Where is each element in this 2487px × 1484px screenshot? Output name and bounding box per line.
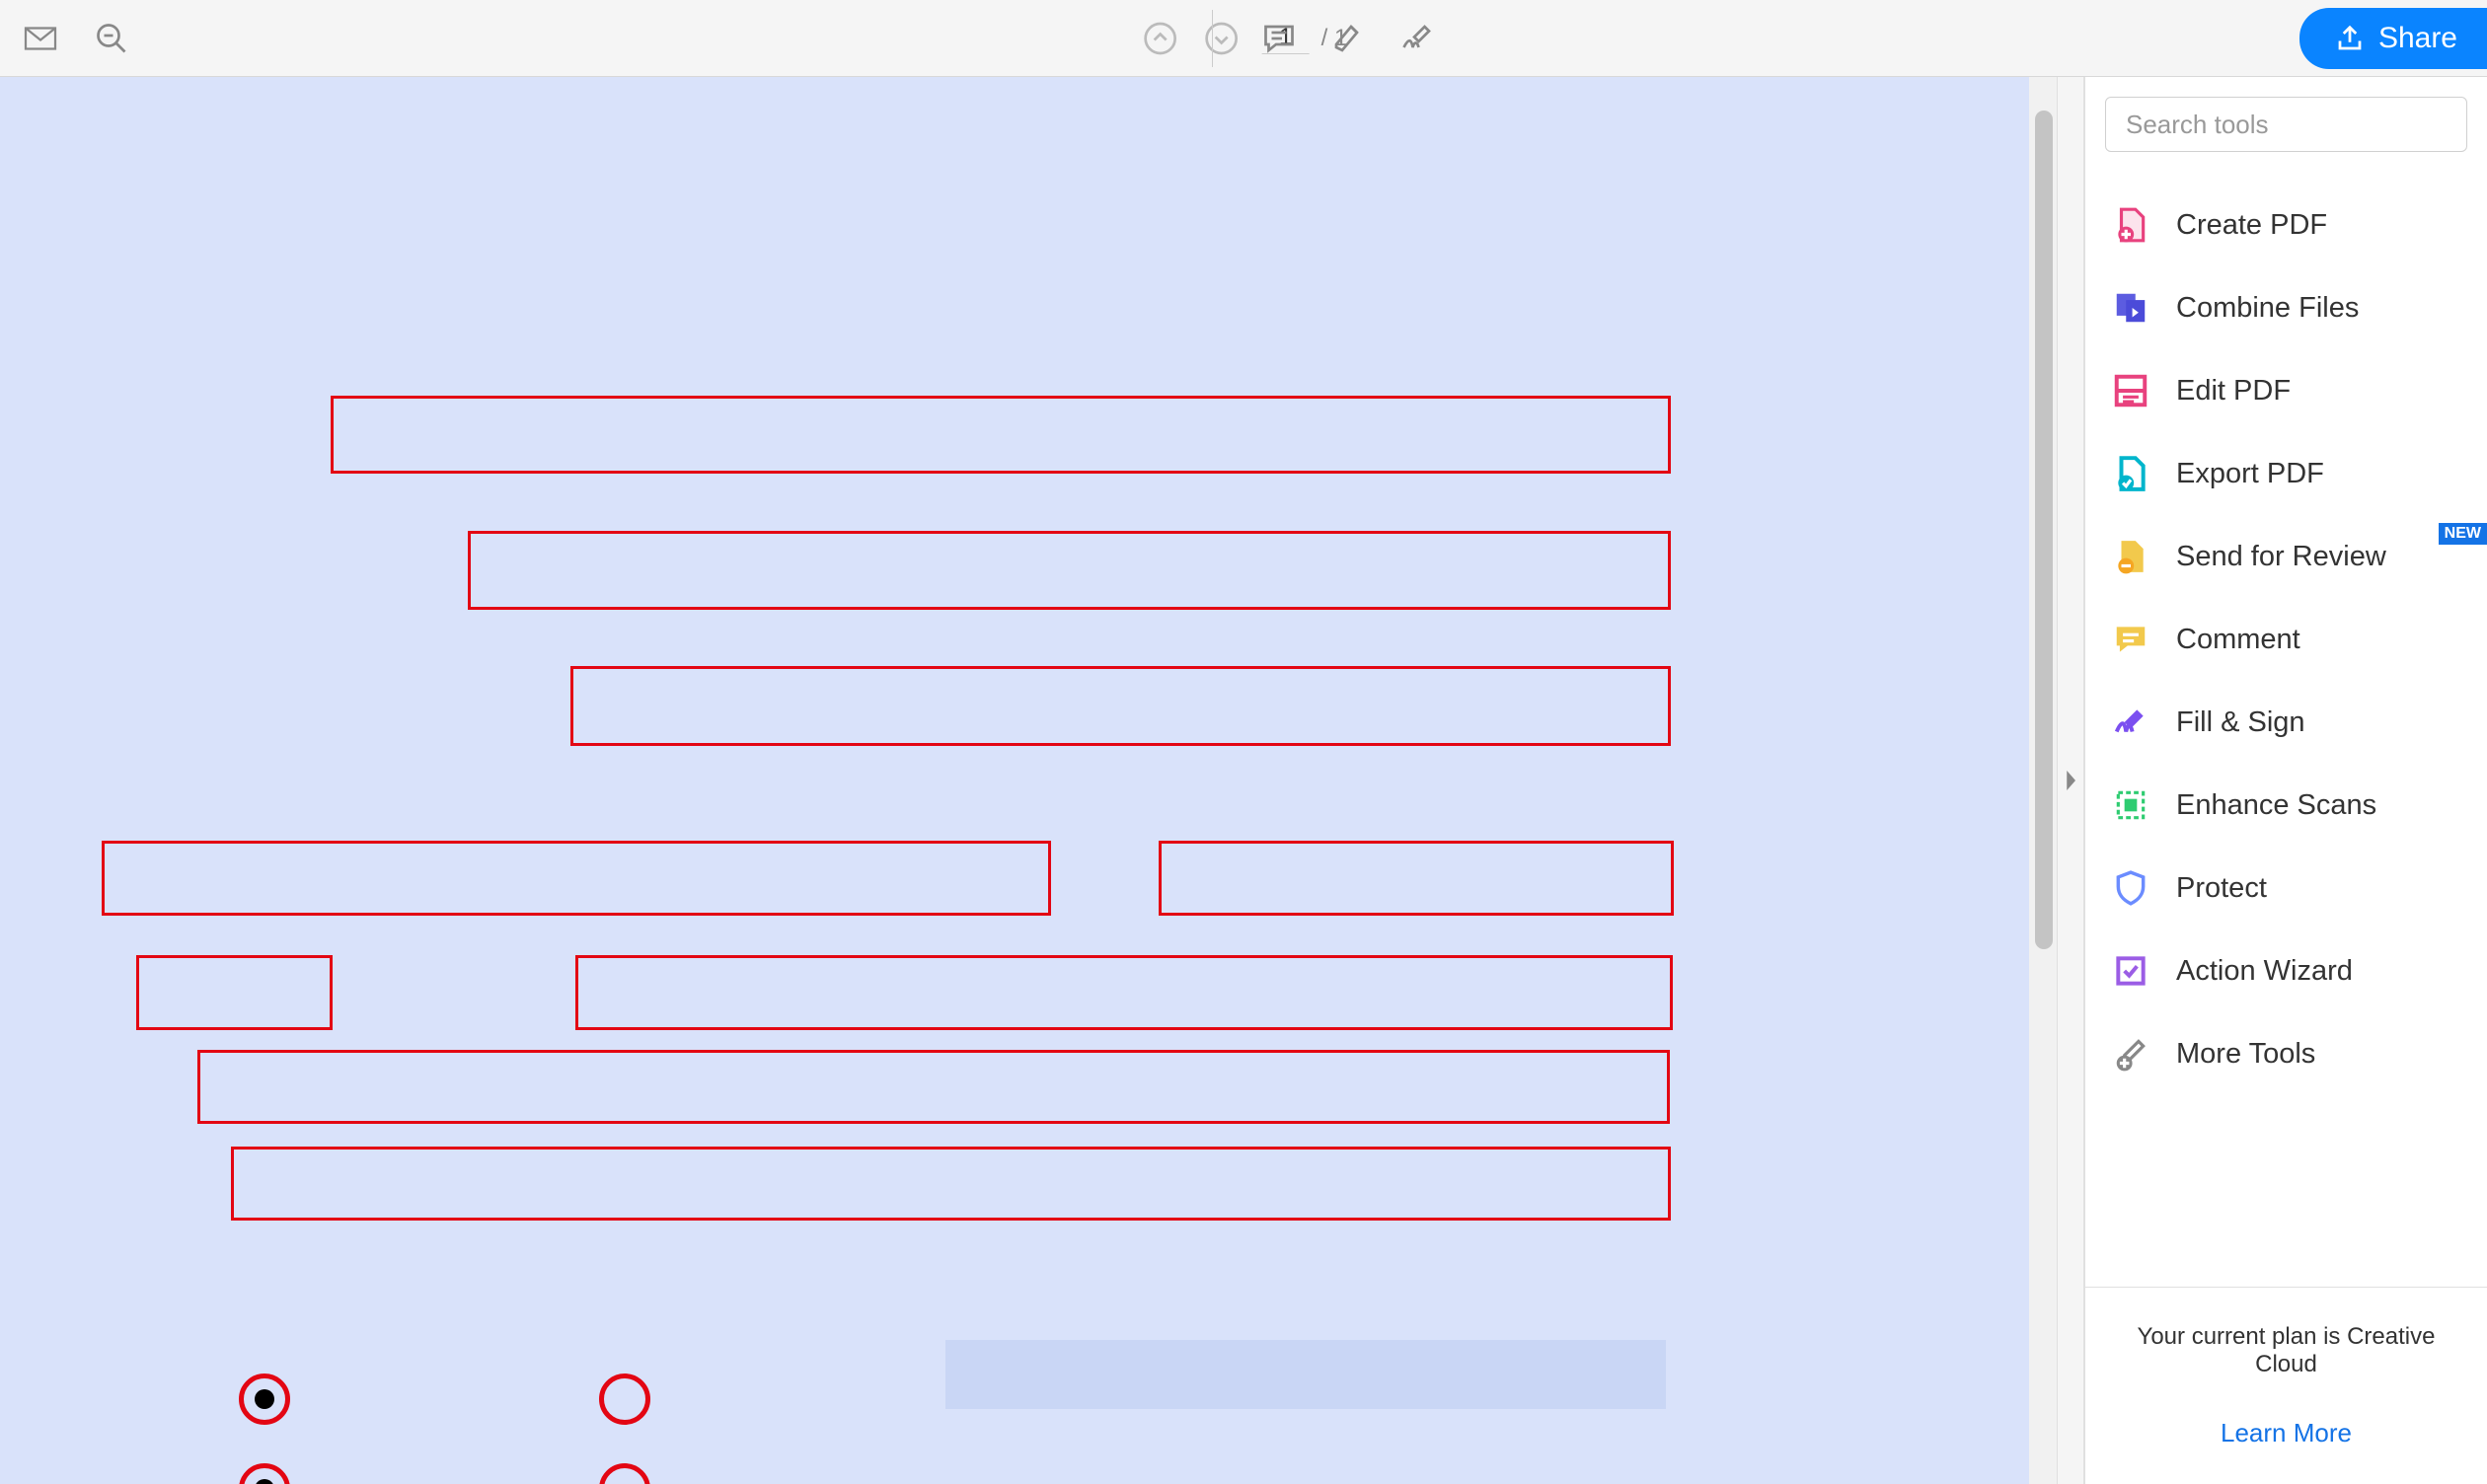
form-disabled-field [945, 1340, 1666, 1409]
tool-icon [2109, 203, 2152, 247]
comment-icon[interactable] [1258, 18, 1300, 59]
new-badge: NEW [2439, 523, 2487, 545]
form-text-field[interactable] [575, 955, 1673, 1030]
plan-text: Your current plan is Creative Cloud [2105, 1323, 2467, 1378]
zoom-out-icon[interactable] [91, 18, 132, 59]
tool-item-protect[interactable]: Protect [2085, 847, 2487, 929]
tools-sidebar: Create PDF Combine Files Edit PDF Export PD… [2084, 77, 2487, 1484]
tool-item-enhance-scans[interactable]: Enhance Scans [2085, 764, 2487, 847]
toolbar-divider [1212, 10, 1213, 67]
form-text-field[interactable] [197, 1050, 1670, 1124]
tool-label: Protect [2176, 872, 2267, 905]
toolbar-right-tools [1194, 10, 1438, 67]
scrollbar-track[interactable] [2029, 77, 2057, 1484]
tool-label: Create PDF [2176, 209, 2327, 242]
toolbar-right: Share [2299, 8, 2487, 69]
page-up-icon[interactable] [1140, 18, 1181, 59]
tool-label: Fill & Sign [2176, 706, 2305, 739]
tool-icon [2109, 949, 2152, 993]
tool-icon [2109, 286, 2152, 330]
form-text-field[interactable] [1159, 841, 1674, 916]
sidebar-footer: Your current plan is Creative Cloud Lear… [2085, 1287, 2487, 1484]
tool-label: Export PDF [2176, 458, 2324, 490]
tool-icon [2109, 535, 2152, 578]
radio-dot [255, 1479, 274, 1484]
tool-label: Combine Files [2176, 292, 2359, 325]
form-text-field[interactable] [331, 396, 1671, 474]
tool-item-more-tools[interactable]: More Tools [2085, 1012, 2487, 1095]
tool-icon [2109, 618, 2152, 661]
radio-dot [255, 1389, 274, 1409]
tool-item-action-wizard[interactable]: Action Wizard [2085, 929, 2487, 1012]
tool-item-send-for-review[interactable]: Send for Review NEW [2085, 515, 2487, 598]
main-area: Create PDF Combine Files Edit PDF Export PD… [0, 77, 2487, 1484]
tool-label: Edit PDF [2176, 375, 2291, 408]
form-radio-button[interactable] [239, 1463, 290, 1484]
tool-item-fill-sign[interactable]: Fill & Sign [2085, 681, 2487, 764]
scrollbar-thumb[interactable] [2035, 111, 2053, 949]
toolbar: / 1 Share [0, 0, 2487, 77]
tool-item-export-pdf[interactable]: Export PDF [2085, 432, 2487, 515]
tool-item-create-pdf[interactable]: Create PDF [2085, 184, 2487, 266]
tool-label: Comment [2176, 624, 2300, 656]
tool-icon [2109, 1032, 2152, 1076]
document-viewport[interactable] [0, 77, 2057, 1484]
learn-more-link[interactable]: Learn More [2105, 1418, 2467, 1448]
sign-icon[interactable] [1396, 18, 1438, 59]
search-tools-input[interactable] [2105, 97, 2467, 152]
form-text-field[interactable] [231, 1147, 1671, 1221]
form-text-field[interactable] [468, 531, 1671, 610]
sidebar-collapse-handle[interactable] [2057, 77, 2084, 1484]
tool-item-comment[interactable]: Comment [2085, 598, 2487, 681]
form-text-field[interactable] [570, 666, 1671, 746]
tool-icon [2109, 452, 2152, 495]
share-button-label: Share [2378, 22, 2457, 55]
highlighter-icon[interactable] [1327, 18, 1369, 59]
tool-icon [2109, 369, 2152, 412]
form-radio-button[interactable] [599, 1373, 650, 1425]
form-text-field[interactable] [136, 955, 333, 1030]
search-tools-wrap [2085, 77, 2487, 164]
form-radio-button[interactable] [239, 1373, 290, 1425]
tool-item-edit-pdf[interactable]: Edit PDF [2085, 349, 2487, 432]
toolbar-left [20, 18, 132, 59]
tool-label: More Tools [2176, 1038, 2315, 1071]
tool-icon [2109, 701, 2152, 744]
form-text-field[interactable] [102, 841, 1051, 916]
form-radio-button[interactable] [599, 1463, 650, 1484]
tool-item-combine-files[interactable]: Combine Files [2085, 266, 2487, 349]
tool-label: Enhance Scans [2176, 789, 2376, 822]
email-icon[interactable] [20, 18, 61, 59]
tools-list: Create PDF Combine Files Edit PDF Export PD… [2085, 164, 2487, 1287]
tool-label: Send for Review [2176, 541, 2386, 573]
tool-icon [2109, 783, 2152, 827]
share-button[interactable]: Share [2299, 8, 2487, 69]
tool-label: Action Wizard [2176, 955, 2353, 988]
tool-icon [2109, 866, 2152, 910]
